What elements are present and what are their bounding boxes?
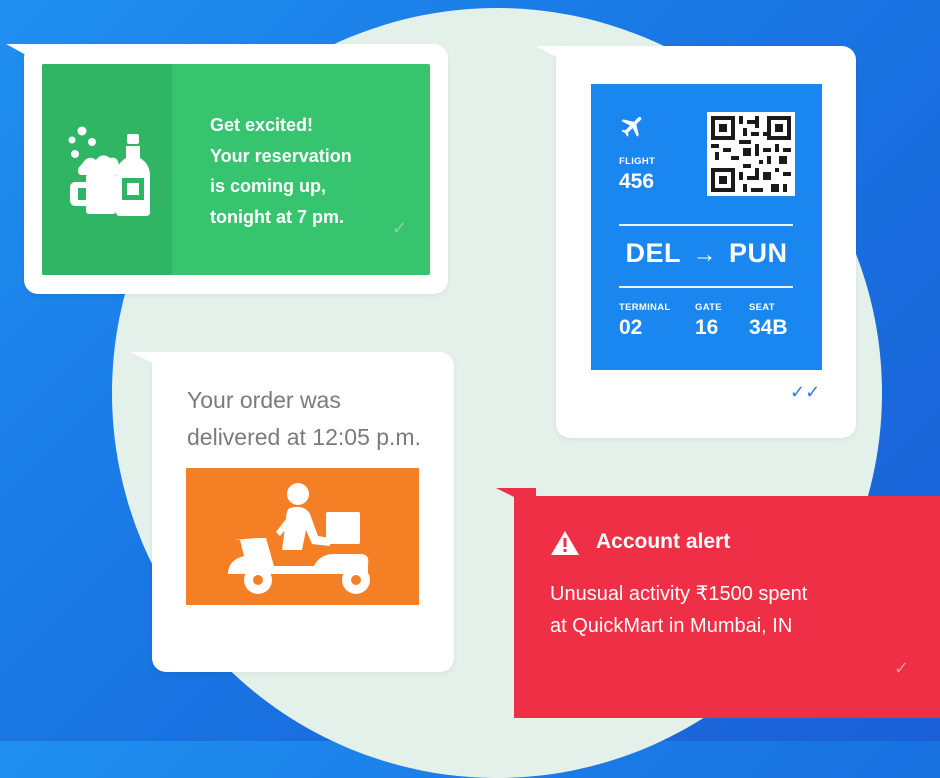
reservation-line: Your reservation	[210, 145, 352, 166]
bubble-tail	[130, 352, 176, 374]
gate-value: 16	[695, 316, 719, 339]
delivery-scooter-icon	[228, 483, 370, 594]
boarding-pass-card: FLIGHT 456 DEL → PUN TERMINAL 02 GATE 16…	[591, 84, 822, 370]
seat-value: 34B	[749, 316, 788, 339]
route-to: PUN	[729, 238, 788, 268]
alert-line: Unusual activity ₹1500 spent	[550, 583, 808, 605]
divider	[619, 286, 793, 288]
airplane-icon	[621, 116, 642, 137]
bubble-tail	[536, 46, 580, 70]
route-from: DEL	[625, 238, 681, 268]
alert-body: Unusual activity ₹1500 spent at QuickMar…	[550, 578, 930, 642]
delivery-line: Your order was	[187, 387, 341, 413]
reservation-line: Get excited!	[210, 115, 314, 135]
flight-number: 456	[619, 170, 655, 193]
divider	[619, 224, 793, 226]
gate-label: GATE	[695, 302, 722, 313]
terminal-value: 02	[619, 316, 643, 339]
reservation-card: Get excited! Your reservation is coming …	[42, 64, 430, 275]
delivery-card	[186, 468, 419, 605]
flight-label: FLIGHT	[619, 156, 656, 167]
reservation-line: tonight at 7 pm.	[210, 206, 344, 227]
read-status-check-icon: ✓	[894, 658, 910, 678]
delivery-text: Your order was delivered at 12:05 p.m.	[187, 382, 421, 456]
reservation-text: Get excited! Your reservation is coming …	[210, 110, 420, 232]
delivery-message-bubble[interactable]: Your order was delivered at 12:05 p.m.	[130, 352, 454, 672]
qr-code-icon	[707, 112, 795, 196]
seat-label: SEAT	[749, 302, 775, 313]
reservation-line: is coming up,	[210, 176, 327, 196]
beer-and-bottle-icon	[68, 126, 150, 216]
bubble-tail	[496, 488, 536, 508]
flight-message-bubble[interactable]: FLIGHT 456 DEL → PUN TERMINAL 02 GATE 16…	[536, 46, 856, 438]
alert-line: at QuickMart in Mumbai, IN	[550, 615, 793, 637]
warning-icon	[551, 531, 579, 555]
terminal-label: TERMINAL	[619, 302, 671, 313]
bubble-tail	[6, 44, 46, 66]
alert-title: Account alert	[596, 530, 731, 553]
reservation-icon-panel	[42, 64, 172, 275]
route-arrow-icon: →	[692, 241, 717, 268]
read-status-check-icon: ✓	[392, 218, 408, 238]
flight-route: DEL → PUN	[591, 238, 822, 269]
reservation-message-bubble[interactable]: Get excited! Your reservation is coming …	[6, 44, 448, 294]
delivery-line: delivered at 12:05 p.m.	[187, 424, 421, 450]
double-check-icon: ✓✓	[790, 382, 821, 402]
account-alert-bubble[interactable]: Account alert Unusual activity ₹1500 spe…	[496, 488, 940, 718]
